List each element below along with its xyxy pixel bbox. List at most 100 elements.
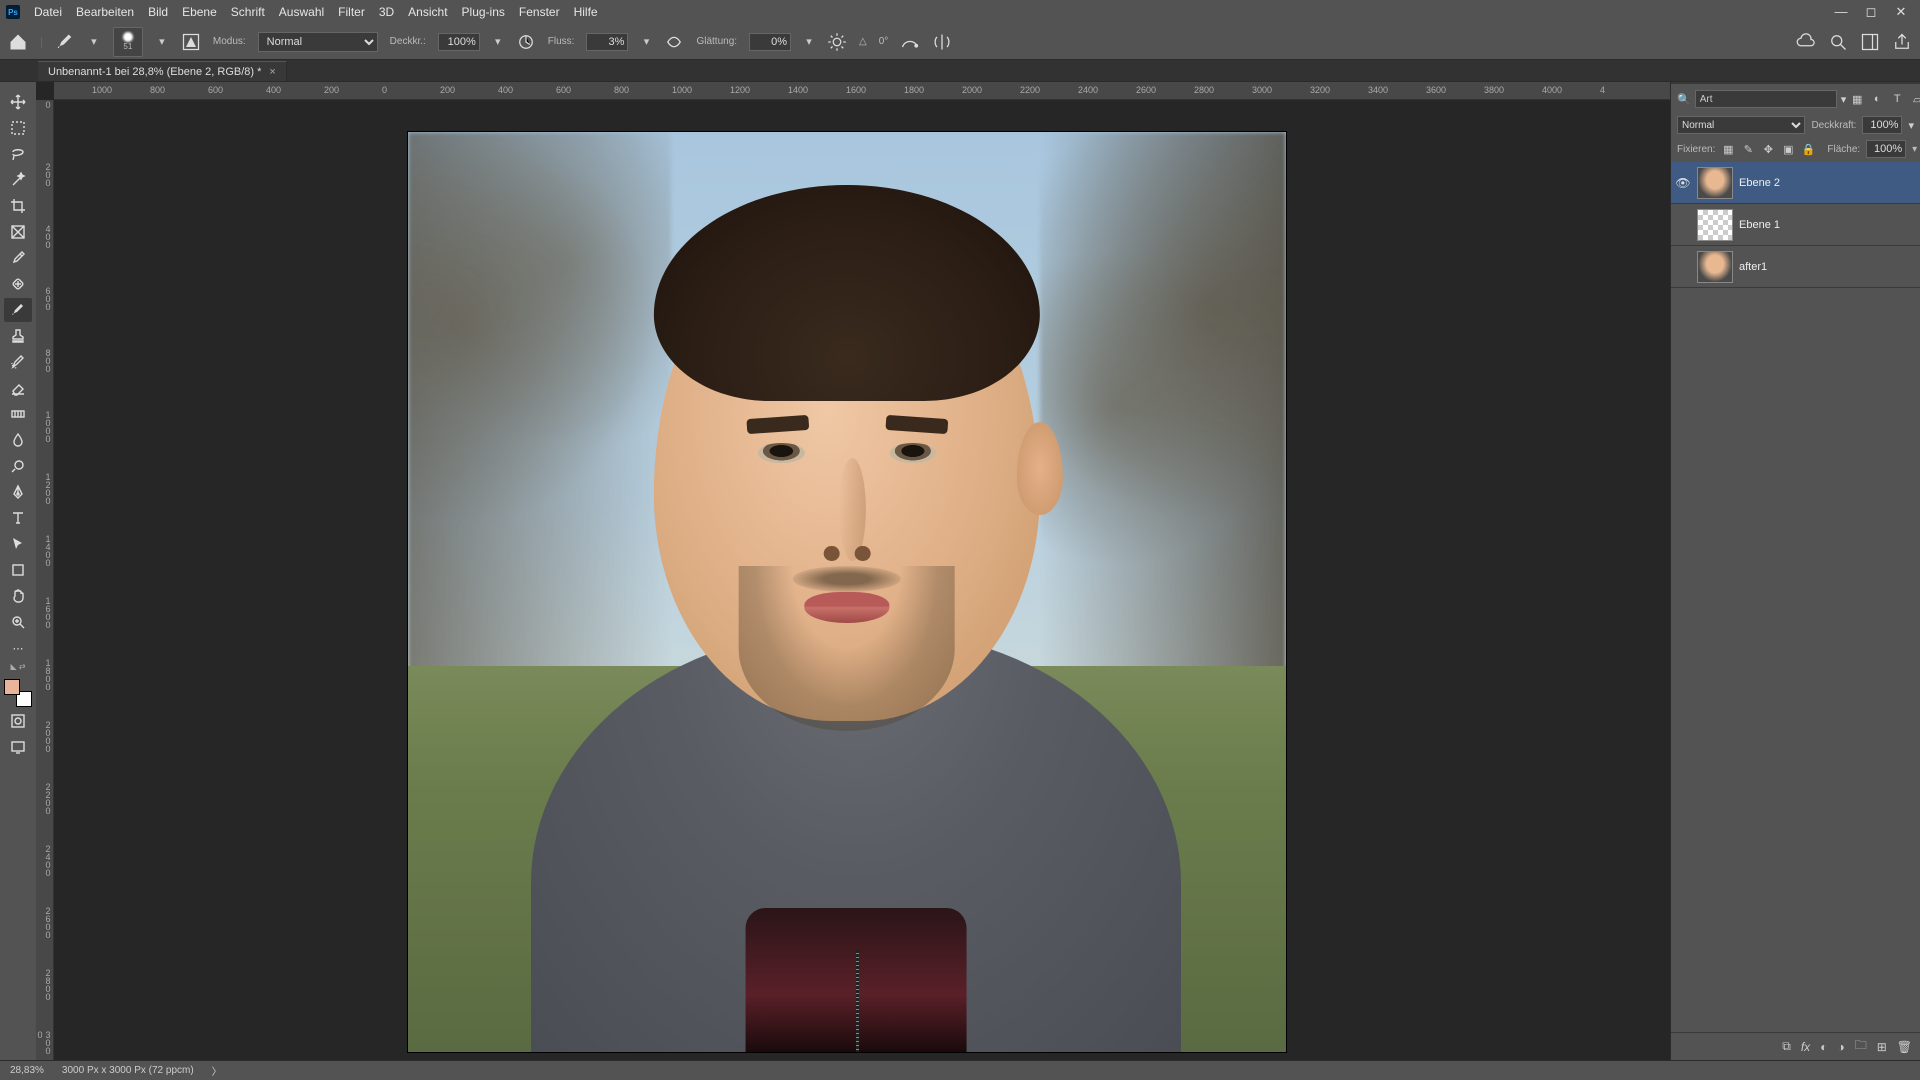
shape-tool[interactable] [4, 558, 32, 582]
layer-thumbnail[interactable] [1697, 167, 1733, 199]
status-doc-info[interactable]: 3000 Px x 3000 Px (72 ppcm) [62, 1065, 194, 1076]
smoothing-dropdown-icon[interactable]: ▾ [803, 35, 815, 48]
menu-bearbeiten[interactable]: Bearbeiten [76, 5, 134, 19]
tool-preset-dropdown-icon[interactable]: ▾ [87, 35, 101, 49]
link-layers-icon[interactable]: ⧉ [1782, 1039, 1791, 1054]
color-swatches[interactable] [4, 679, 32, 707]
document-tab[interactable]: Unbenannt-1 bei 28,8% (Ebene 2, RGB/8) *… [38, 61, 287, 81]
cloud-docs-icon[interactable] [1796, 32, 1816, 52]
menu-filter[interactable]: Filter [338, 5, 365, 19]
hand-tool[interactable] [4, 584, 32, 608]
menu-hilfe[interactable]: Hilfe [574, 5, 598, 19]
quickmask-tool[interactable] [4, 709, 32, 733]
new-layer-icon[interactable]: ⊞ [1877, 1040, 1887, 1054]
marquee-tool[interactable] [4, 116, 32, 140]
healing-tool[interactable] [4, 272, 32, 296]
layer-name[interactable]: after1 [1739, 261, 1767, 273]
history-brush-tool[interactable] [4, 350, 32, 374]
adjustment-layer-icon[interactable]: ◑ [1837, 1040, 1844, 1054]
filter-pixel-icon[interactable]: ▦ [1850, 92, 1864, 106]
layer-group-icon[interactable]: 🗀 [1855, 1036, 1867, 1057]
layer-fill-field[interactable] [1866, 140, 1906, 158]
crop-tool[interactable] [4, 194, 32, 218]
eyedropper-tool[interactable] [4, 246, 32, 270]
window-minimize-icon[interactable]: — [1832, 4, 1850, 20]
current-tool-brush-icon[interactable] [55, 32, 75, 52]
layer-filter-dropdown-icon[interactable]: ▾ [1841, 93, 1847, 106]
brush-preview[interactable]: 51 [113, 27, 143, 57]
layer-name[interactable]: Ebene 2 [1739, 177, 1780, 189]
screenmode-tool[interactable] [4, 735, 32, 759]
canvas-area[interactable]: 1200100080060040020002004006008001000120… [36, 60, 1670, 1060]
menu-auswahl[interactable]: Auswahl [279, 5, 324, 19]
layer-row[interactable]: after1 [1671, 246, 1920, 288]
layer-row[interactable]: Ebene 1 [1671, 204, 1920, 246]
menu-ebene[interactable]: Ebene [182, 5, 217, 19]
smoothing-options-gear-icon[interactable] [827, 32, 847, 52]
brush-picker-dropdown-icon[interactable]: ▾ [155, 35, 169, 49]
status-arrow-icon[interactable]: 〉 [212, 1063, 222, 1078]
layer-visibility-eye-icon[interactable]: 👁 [1675, 176, 1691, 190]
flow-dropdown-icon[interactable]: ▾ [640, 35, 652, 48]
symmetry-icon[interactable] [932, 32, 952, 52]
lock-position-icon[interactable]: ✥ [1761, 142, 1775, 156]
gradient-tool[interactable] [4, 402, 32, 426]
menu-3d[interactable]: 3D [379, 5, 394, 19]
dodge-tool[interactable] [4, 454, 32, 478]
zoom-tool[interactable] [4, 610, 32, 634]
blend-mode-select[interactable]: Normal [258, 32, 378, 52]
move-tool[interactable] [4, 90, 32, 114]
toolbox-more-icon[interactable]: ⋯ [4, 636, 32, 660]
airbrush-icon[interactable] [664, 32, 684, 52]
menu-schrift[interactable]: Schrift [231, 5, 265, 19]
layer-thumbnail[interactable] [1697, 251, 1733, 283]
brush-tool[interactable] [4, 298, 32, 322]
workspace-layout-icon[interactable] [1860, 32, 1880, 52]
layer-opacity-field[interactable] [1862, 116, 1902, 134]
status-zoom[interactable]: 28,83% [10, 1065, 44, 1076]
lock-pixels-icon[interactable]: ✎ [1741, 142, 1755, 156]
stamp-tool[interactable] [4, 324, 32, 348]
share-icon[interactable] [1892, 32, 1912, 52]
lasso-tool[interactable] [4, 142, 32, 166]
foreground-color-swatch[interactable] [4, 679, 20, 695]
layer-thumbnail[interactable] [1697, 209, 1733, 241]
filter-adjust-icon[interactable]: ◐ [1870, 92, 1884, 106]
menu-datei[interactable]: Datei [34, 5, 62, 19]
swap-default-colors[interactable]: ◣ ⇄ [10, 662, 25, 671]
magic-wand-tool[interactable] [4, 168, 32, 192]
layer-fx-icon[interactable]: fx [1801, 1040, 1810, 1054]
lock-all-icon[interactable]: 🔒 [1801, 142, 1815, 156]
filter-shape-icon[interactable]: ▱ [1910, 92, 1920, 106]
menu-plugins[interactable]: Plug-ins [462, 5, 505, 19]
opacity-dropdown-icon[interactable]: ▾ [492, 35, 504, 48]
eraser-tool[interactable] [4, 376, 32, 400]
search-icon[interactable] [1828, 32, 1848, 52]
lock-transparency-icon[interactable]: ▦ [1721, 142, 1735, 156]
document-canvas[interactable] [408, 132, 1286, 1052]
layer-mask-icon[interactable]: ◐ [1820, 1040, 1827, 1054]
flow-field[interactable] [586, 33, 628, 51]
path-select-tool[interactable] [4, 532, 32, 556]
window-maximize-icon[interactable]: ◻ [1862, 4, 1880, 20]
frame-tool[interactable] [4, 220, 32, 244]
menu-fenster[interactable]: Fenster [519, 5, 560, 19]
layer-opacity-dropdown-icon[interactable]: ▾ [1908, 119, 1914, 132]
angle-value[interactable]: 0° [879, 36, 889, 47]
vertical-ruler[interactable]: 0200400600800100012001400160018002000220… [36, 100, 54, 1060]
type-tool[interactable] [4, 506, 32, 530]
filter-type-icon[interactable]: T [1890, 92, 1904, 106]
smoothing-field[interactable] [749, 33, 791, 51]
lock-artboard-icon[interactable]: ▣ [1781, 142, 1795, 156]
layer-filter-input[interactable] [1695, 90, 1837, 108]
opacity-field[interactable] [438, 33, 480, 51]
menu-bild[interactable]: Bild [148, 5, 168, 19]
pen-tool[interactable] [4, 480, 32, 504]
horizontal-ruler[interactable]: 1200100080060040020002004006008001000120… [54, 82, 1670, 100]
blur-tool[interactable] [4, 428, 32, 452]
document-tab-close-icon[interactable]: × [269, 66, 275, 78]
layer-blend-mode-select[interactable]: Normal [1677, 116, 1805, 134]
layer-fill-dropdown-icon[interactable]: ▾ [1912, 144, 1917, 155]
layer-row[interactable]: 👁 Ebene 2 [1671, 162, 1920, 204]
pressure-opacity-icon[interactable] [516, 32, 536, 52]
